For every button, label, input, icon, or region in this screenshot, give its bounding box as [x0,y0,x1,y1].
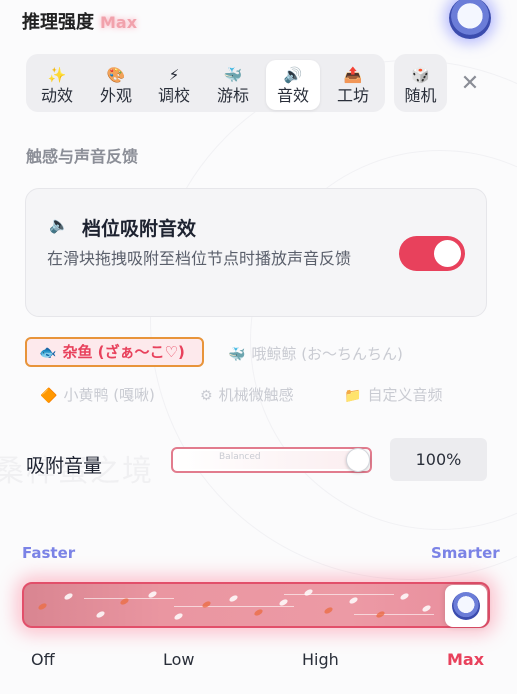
decor-petal [375,610,386,619]
level-max[interactable]: Max [447,650,484,669]
tab-effects[interactable]: ✨ 动效 [30,60,84,110]
volume-slider[interactable]: Balanced [171,447,372,473]
level-high[interactable]: High [302,650,339,669]
decor-streak [84,598,174,599]
decor-streak [354,614,434,615]
top-bar: 推理强度 Max [0,0,517,42]
level-low[interactable]: Low [163,650,195,669]
tab-label: 随机 [404,86,437,105]
sound-option-custom[interactable]: 📁 自定义音频 [344,380,442,410]
workshop-icon: 📤 [343,66,363,84]
snap-sound-toggle[interactable] [399,236,465,271]
gear-icon: ⚙ [200,388,213,404]
sound-option-zako[interactable]: 🐟 杂鱼 (ざぁ～こ♡) [25,337,204,367]
reasoning-strength-thumb[interactable] [445,585,487,627]
decor-petal [201,600,212,609]
sound-option-label: 小黄鸭 (嘎啾) [63,386,155,404]
cursor-icon: 🐳 [223,66,243,84]
tab-cursor[interactable]: 🐳 游标 [206,60,260,110]
tab-label: 音效 [276,86,309,105]
sound-option-duck[interactable]: 🔶 小黄鸭 (嘎啾) [40,380,155,410]
decor-petal [37,602,48,611]
decor-petal [253,608,264,617]
avatar [452,592,480,620]
reasoning-strength-slider[interactable] [22,582,490,628]
whale-icon: 🐳 [228,347,246,363]
decor-petal [63,592,74,601]
page-title: 推理强度 Max [22,8,137,34]
tab-random[interactable]: 🎲 随机 [394,54,447,112]
tab-label: 调校 [157,86,190,105]
folder-icon: 📁 [344,388,362,404]
fish-icon: 🐟 [39,345,57,361]
decor-streak [284,594,394,595]
tab-tuning[interactable]: ⚡ 调校 [147,60,201,110]
avatar[interactable] [449,0,491,39]
decor-petal [303,588,314,597]
lightning-icon: ⚡ [168,66,180,84]
tab-sound[interactable]: 🔊 音效 [266,60,320,110]
tab-label: 工坊 [336,86,369,105]
toggle-knob [434,240,461,267]
duck-icon: 🔶 [40,388,58,404]
volume-slider-fill [175,451,356,469]
decor-streak [174,606,294,607]
level-off[interactable]: Off [31,650,55,669]
speaker-icon: 🔈 [49,215,69,234]
volume-label: 吸附音量 [26,455,103,477]
snap-sound-card: 🔈 档位吸附音效 在滑块拖拽吸附至档位节点时播放声音反馈 [25,188,487,317]
volume-value: 100% [390,438,487,481]
sound-option-label: 自定义音频 [367,386,443,404]
close-icon[interactable]: ✕ [458,72,482,96]
sparkles-icon: ✨ [47,66,67,84]
page-title-text: 推理强度 [22,12,94,33]
tab-bar: ✨ 动效 🎨 外观 ⚡ 调校 🐳 游标 🔊 音效 📤 工坊 [26,54,385,112]
tab-label: 游标 [216,86,249,105]
tab-appearance[interactable]: 🎨 外观 [89,60,143,110]
sound-option-mechanical[interactable]: ⚙ 机械微触感 [200,380,294,410]
decor-petal [323,606,334,615]
sound-option-whale[interactable]: 🐳 哦鲸鲸 (お～ちんちん) [228,339,403,369]
tab-label: 动效 [40,86,73,105]
volume-slider-tick: Balanced [219,452,261,462]
dice-icon: 🎲 [411,66,430,84]
decor-petal [399,592,410,601]
sound-option-label: 机械微触感 [218,386,294,404]
decor-petal [228,594,239,603]
decor-petal [421,604,432,613]
section-title: 触感与声音反馈 [26,147,139,166]
decor-petal [95,610,106,619]
palette-icon: 🎨 [106,66,126,84]
snap-sound-description: 在滑块拖拽吸附至档位节点时播放声音反馈 [47,249,352,268]
faster-caption: Faster [22,544,76,562]
speaker-icon: 🔊 [283,66,303,84]
smarter-caption: Smarter [431,544,500,562]
level-badge: Max [100,13,138,32]
volume-slider-thumb[interactable] [346,448,370,472]
tab-label: 外观 [99,86,132,105]
tab-workshop[interactable]: 📤 工坊 [326,60,380,110]
decor-petal [173,612,184,621]
sound-option-label: 哦鲸鲸 (お～ちんちん) [251,345,403,363]
decor-petal [348,596,359,605]
sound-option-label: 杂鱼 (ざぁ～こ♡) [62,343,185,361]
snap-sound-title: 档位吸附音效 [82,218,197,240]
